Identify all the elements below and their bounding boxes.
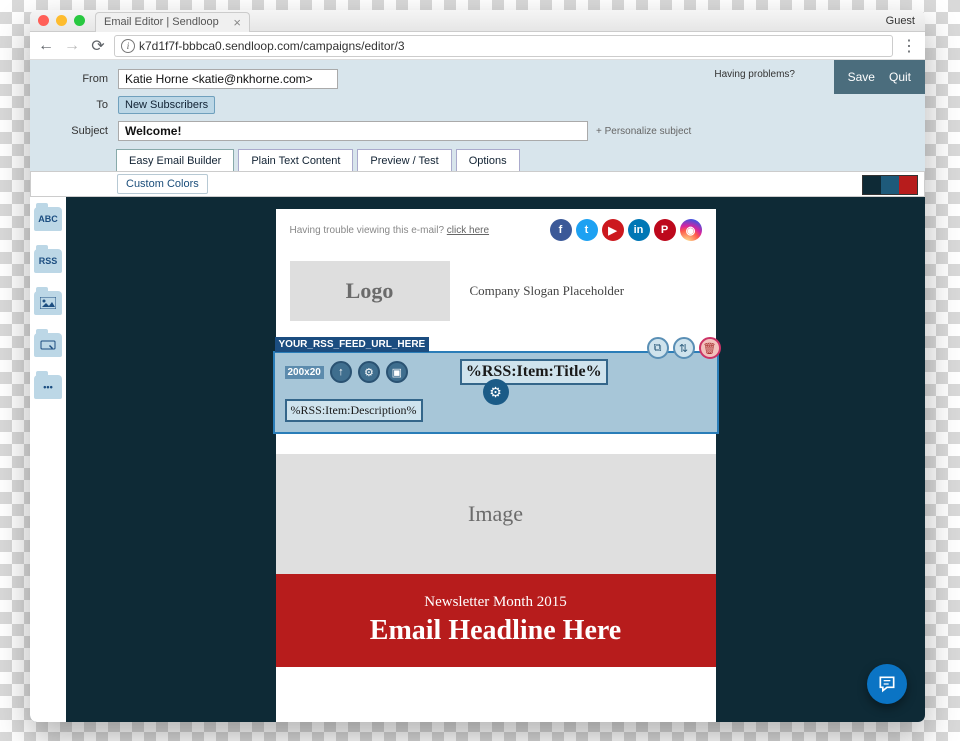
browser-menu-icon[interactable]: ⋮ xyxy=(899,36,919,56)
social-row: f t ▶ in P ◉ xyxy=(550,219,702,241)
image-dimensions: 200x20 xyxy=(285,366,324,379)
facebook-icon[interactable]: f xyxy=(550,219,572,241)
delete-button[interactable]: 🗑 xyxy=(699,337,721,359)
block-image-icon[interactable] xyxy=(34,291,62,315)
email-preview: Having trouble viewing this e-mail? clic… xyxy=(276,209,716,722)
block-controls: ⧉ ⇅ 🗑 xyxy=(647,337,721,359)
move-button[interactable]: ⇅ xyxy=(673,337,695,359)
tab-options[interactable]: Options xyxy=(456,149,520,172)
help-fab[interactable] xyxy=(867,664,907,704)
browser-tab[interactable]: Email Editor | Sendloop × xyxy=(95,12,250,32)
newsletter-subtitle: Newsletter Month 2015 xyxy=(286,594,706,611)
work-area: ABC RSS ••• Having trouble viewing this … xyxy=(30,197,925,722)
logo-placeholder[interactable]: Logo xyxy=(290,261,450,321)
settings-icon[interactable]: ⚙ xyxy=(358,361,380,383)
titlebar: Email Editor | Sendloop × Guest xyxy=(30,10,925,32)
sub-toolbar: Custom Colors xyxy=(30,171,925,197)
instagram-icon[interactable]: ◉ xyxy=(680,219,702,241)
canvas[interactable]: Having trouble viewing this e-mail? clic… xyxy=(66,197,925,722)
upload-icon[interactable]: ↑ xyxy=(330,361,352,383)
traffic-lights xyxy=(38,15,85,26)
pinterest-icon[interactable]: P xyxy=(654,219,676,241)
from-input[interactable] xyxy=(118,69,338,89)
tab-title: Email Editor | Sendloop xyxy=(104,16,219,28)
custom-colors-button[interactable]: Custom Colors xyxy=(117,174,208,194)
twitter-icon[interactable]: t xyxy=(576,219,598,241)
trouble-text: Having trouble viewing this e-mail? clic… xyxy=(290,225,490,236)
url-text: k7d1f7f-bbbca0.sendloop.com/campaigns/ed… xyxy=(139,39,405,53)
save-button[interactable]: Save xyxy=(848,70,875,84)
rss-block[interactable]: YOUR_RSS_FEED_URL_HERE ⧉ ⇅ 🗑 200x20 ↑ ⚙ … xyxy=(273,351,719,434)
swatch-1[interactable] xyxy=(863,176,881,194)
address-row: ← → ⟳ i k7d1f7f-bbbca0.sendloop.com/camp… xyxy=(30,32,925,60)
block-cta-icon[interactable] xyxy=(34,333,62,357)
rss-url-badge: YOUR_RSS_FEED_URL_HERE xyxy=(275,337,430,352)
forward-button[interactable]: → xyxy=(62,36,82,56)
block-gear-icon[interactable]: ⚙ xyxy=(483,379,509,405)
address-bar[interactable]: i k7d1f7f-bbbca0.sendloop.com/campaigns/… xyxy=(114,35,893,57)
site-info-icon[interactable]: i xyxy=(121,39,135,53)
linkedin-icon[interactable]: in xyxy=(628,219,650,241)
chat-icon xyxy=(877,674,897,694)
browser-window: Email Editor | Sendloop × Guest ← → ⟳ i … xyxy=(30,10,925,722)
tab-close-icon[interactable]: × xyxy=(233,15,241,30)
tab-preview[interactable]: Preview / Test xyxy=(357,149,451,172)
color-swatches xyxy=(862,175,918,195)
personalize-link[interactable]: + Personalize subject xyxy=(596,126,691,137)
subject-input[interactable] xyxy=(118,121,588,141)
tab-easy-builder[interactable]: Easy Email Builder xyxy=(116,149,234,172)
swatch-2[interactable] xyxy=(881,176,899,194)
rss-desc-merge[interactable]: %RSS:Item:Description% xyxy=(285,399,423,422)
header-actions: Save Quit xyxy=(834,60,925,94)
to-label: To xyxy=(38,99,118,111)
window-minimize-icon[interactable] xyxy=(56,15,67,26)
cta-glyph-icon xyxy=(40,339,56,351)
swatch-3[interactable] xyxy=(899,176,917,194)
block-sidebar: ABC RSS ••• xyxy=(30,197,66,722)
editor-header: Save Quit Having problems? From To New S… xyxy=(30,60,925,171)
to-chip[interactable]: New Subscribers xyxy=(118,96,215,114)
tab-plain-text[interactable]: Plain Text Content xyxy=(238,149,353,172)
duplicate-button[interactable]: ⧉ xyxy=(647,337,669,359)
trouble-link[interactable]: click here xyxy=(447,225,489,236)
reload-button[interactable]: ⟳ xyxy=(88,36,108,56)
image-glyph-icon xyxy=(40,297,56,309)
window-zoom-icon[interactable] xyxy=(74,15,85,26)
from-label: From xyxy=(38,73,118,85)
block-text-icon[interactable]: ABC xyxy=(34,207,62,231)
replace-image-icon[interactable]: ▣ xyxy=(386,361,408,383)
subject-label: Subject xyxy=(38,125,118,137)
email-headline: Email Headline Here xyxy=(286,615,706,647)
block-rss-icon[interactable]: RSS xyxy=(34,249,62,273)
headline-block[interactable]: Newsletter Month 2015 Email Headline Her… xyxy=(276,574,716,667)
profile-label[interactable]: Guest xyxy=(886,15,915,27)
image-placeholder[interactable]: Image xyxy=(276,454,716,574)
rss-title-merge[interactable]: %RSS:Item:Title% xyxy=(460,359,608,385)
tab-strip: Email Editor | Sendloop × xyxy=(95,10,250,32)
having-problems-link[interactable]: Having problems? xyxy=(714,69,795,80)
youtube-icon[interactable]: ▶ xyxy=(602,219,624,241)
editor-tabs: Easy Email Builder Plain Text Content Pr… xyxy=(116,148,925,171)
block-more-icon[interactable]: ••• xyxy=(34,375,62,399)
back-button[interactable]: ← xyxy=(36,36,56,56)
slogan-text[interactable]: Company Slogan Placeholder xyxy=(470,283,625,299)
quit-button[interactable]: Quit xyxy=(889,70,911,84)
window-close-icon[interactable] xyxy=(38,15,49,26)
